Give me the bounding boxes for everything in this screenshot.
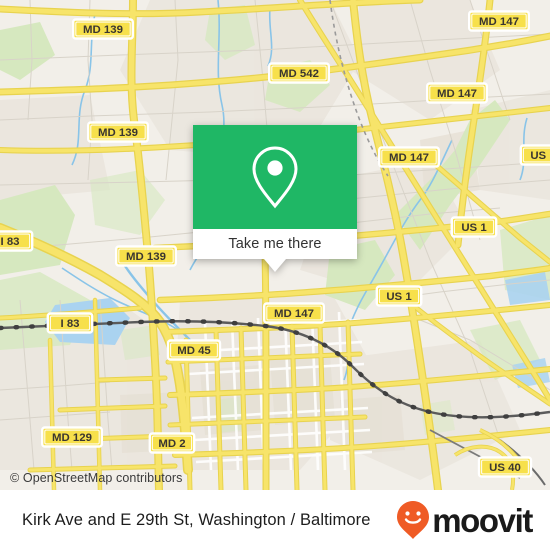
highway-shield: MD 147 [426, 82, 489, 104]
highway-shield: MD 147 [378, 146, 441, 168]
highway-shield-label: MD 542 [279, 68, 319, 80]
moovit-wordmark: moovit [432, 501, 533, 539]
moovit-pin-smiley-icon [397, 501, 430, 539]
highway-shield-label: US 1 [530, 150, 550, 162]
highway-shield-label: MD 2 [158, 438, 185, 450]
highway-shield-label: MD 45 [177, 345, 211, 357]
highway-shield: US 40 [477, 456, 533, 478]
location-popup-card[interactable]: Take me there [193, 125, 357, 272]
take-me-there-button[interactable]: Take me there [193, 229, 357, 259]
highway-shield-label: MD 129 [52, 432, 92, 444]
map-pin-icon [252, 146, 298, 209]
highway-shield: MD 139 [86, 121, 149, 143]
highway-shield: MD 147 [263, 302, 326, 324]
highway-shield-label: MD 139 [83, 24, 123, 36]
highway-shield-label: US 40 [489, 462, 521, 474]
highway-shield: I 83 [0, 230, 34, 252]
highway-shield-label: MD 147 [437, 88, 477, 100]
highway-shield: MD 542 [268, 62, 331, 84]
highway-shield-label: MD 147 [479, 16, 519, 28]
highway-shield: MD 139 [114, 245, 177, 267]
highway-shield: I 83 [46, 312, 94, 334]
highway-shield: MD 2 [148, 432, 196, 454]
highway-shield-label: I 83 [61, 318, 80, 330]
highway-shield-label: US 1 [386, 291, 412, 303]
popup-header [193, 125, 357, 229]
highway-shield-label: US 1 [461, 222, 487, 234]
highway-shield-label: MD 139 [126, 251, 166, 263]
map-screenshot: MD 139 MD 147 MD 542 MD 147 MD 139 MD 147 US 1… [0, 0, 550, 550]
highway-shield: MD 45 [166, 339, 222, 361]
map-attribution: © OpenStreetMap contributors [10, 471, 183, 485]
highway-shield-label: I 83 [1, 236, 20, 248]
highway-shield: US 1 [519, 144, 550, 166]
highway-shield-label: MD 139 [98, 127, 138, 139]
highway-shield: MD 147 [468, 10, 531, 32]
highway-shield: US 1 [375, 285, 423, 307]
highway-shield: MD 139 [71, 18, 134, 40]
moovit-brand[interactable]: moovit [396, 500, 533, 540]
location-title: Kirk Ave and E 29th St, Washington / Bal… [22, 510, 371, 529]
highway-shield-label: MD 147 [274, 308, 314, 320]
highway-shield-label: MD 147 [389, 152, 429, 164]
highway-shield: MD 129 [41, 426, 103, 448]
popup-pointer-tail [264, 259, 286, 272]
footer-bar: Kirk Ave and E 29th St, Washington / Bal… [0, 490, 550, 550]
highway-shield: US 1 [450, 216, 498, 238]
